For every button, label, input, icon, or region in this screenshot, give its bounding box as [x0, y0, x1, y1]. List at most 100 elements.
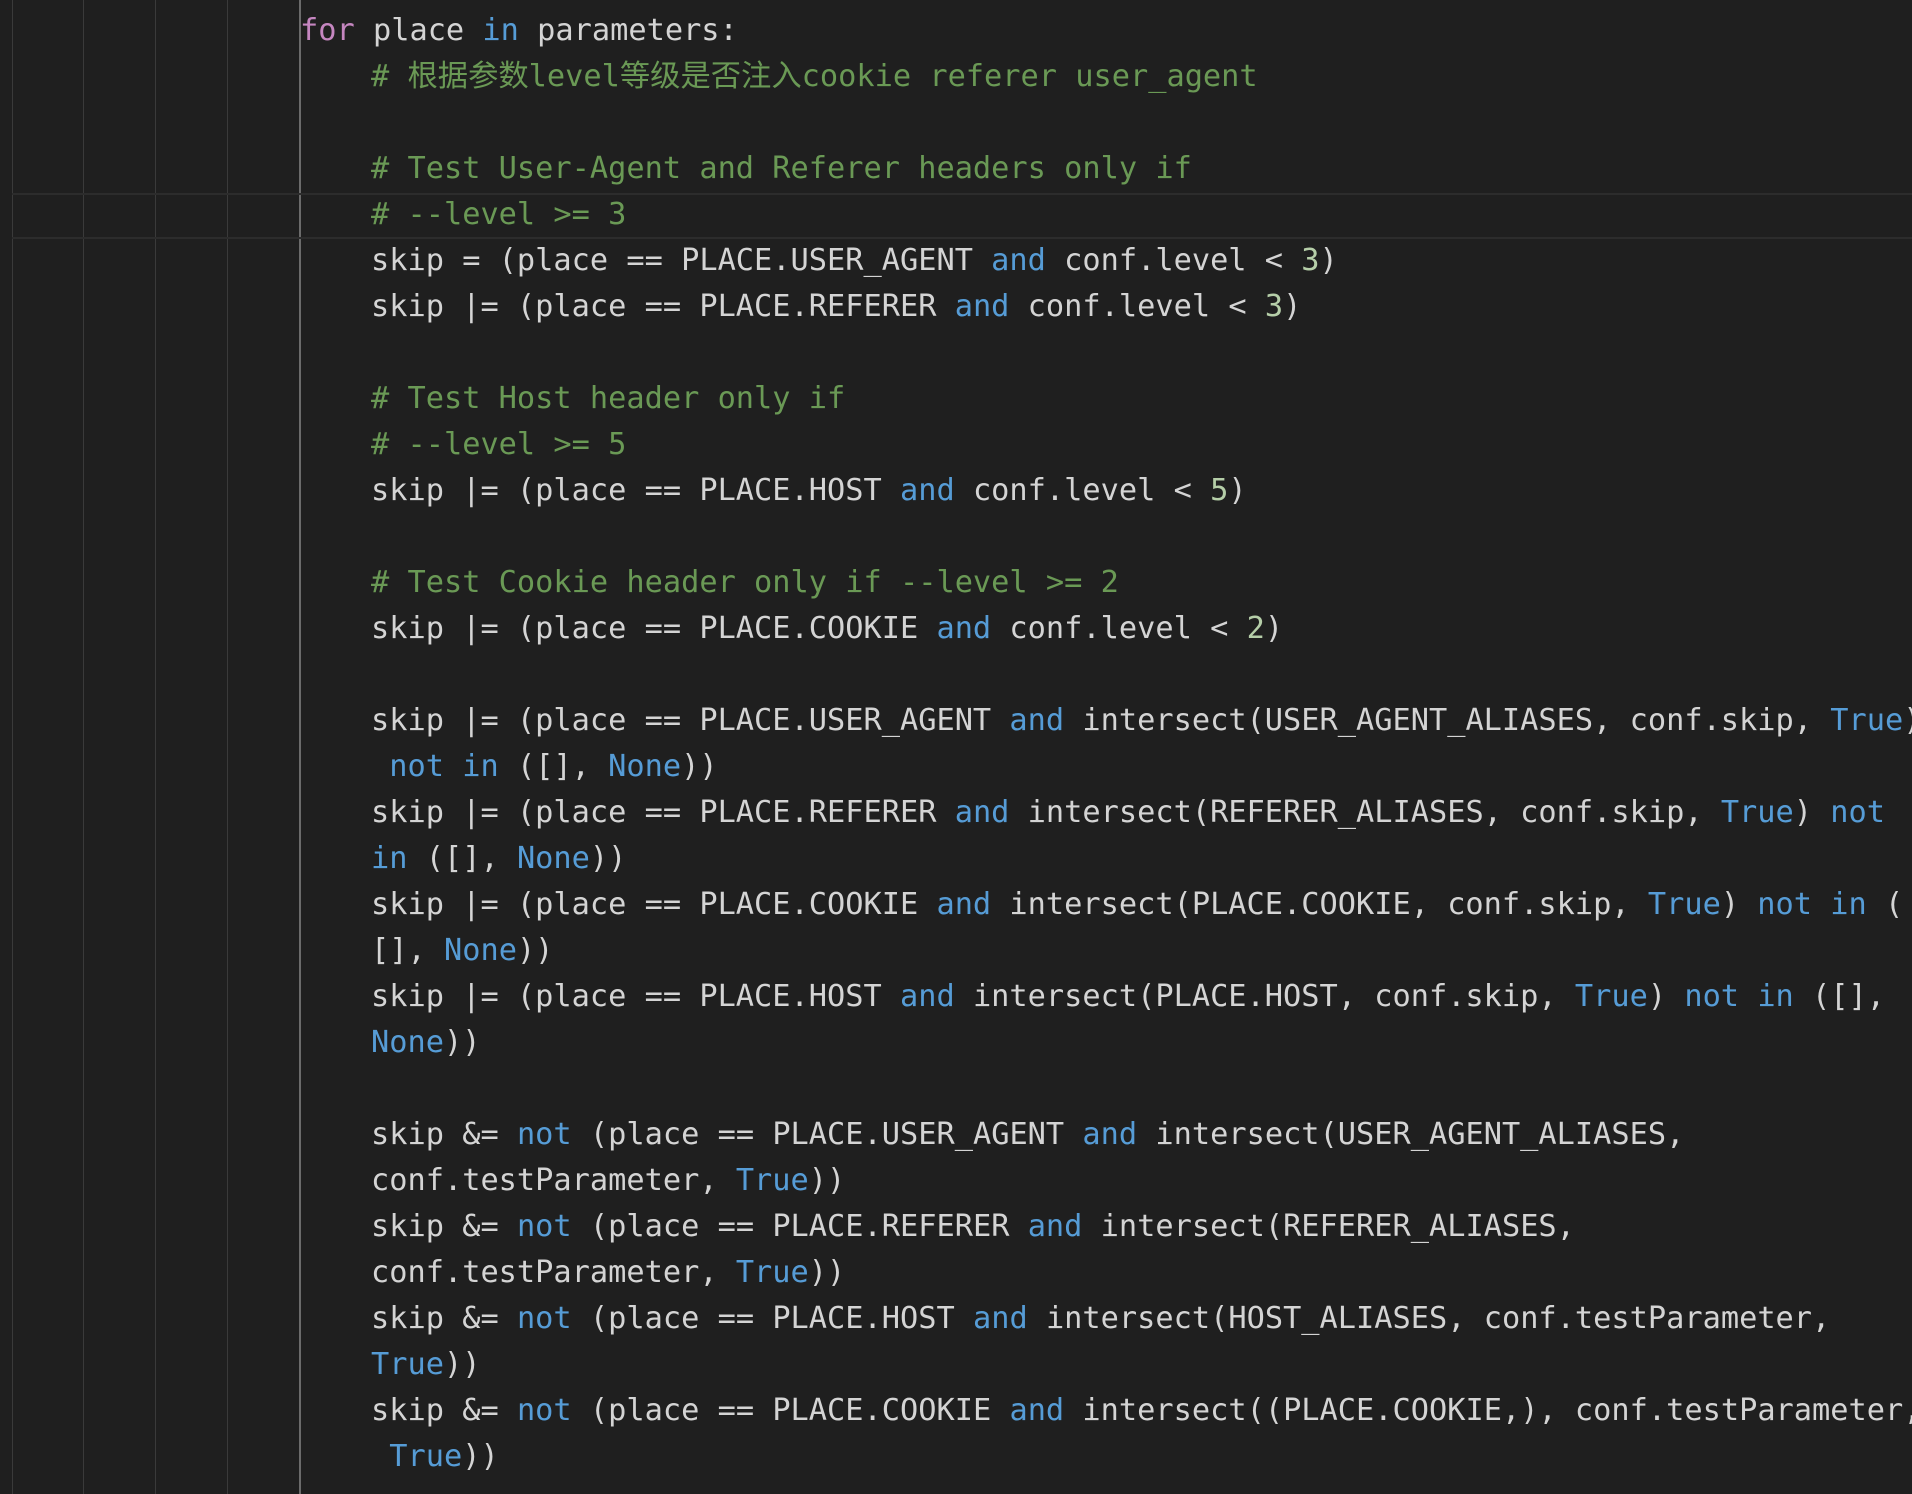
code-token: skip |= (place == PLACE.REFERER: [371, 289, 955, 324]
code-token: intersect(USER_AGENT_ALIASES, conf.skip,: [1064, 703, 1831, 738]
code-token: ([],: [407, 841, 517, 876]
code-token: in: [371, 841, 408, 876]
code-line[interactable]: [0, 652, 1912, 698]
code-line[interactable]: skip |= (place == PLACE.USER_AGENT and i…: [0, 698, 1912, 744]
code-line[interactable]: for place in parameters:: [0, 8, 1912, 54]
code-token: ): [1647, 979, 1685, 1014]
code-line[interactable]: [0, 330, 1912, 376]
code-token: ([],: [498, 749, 609, 784]
code-token: 5: [1210, 473, 1229, 508]
code-token: in: [482, 13, 519, 48]
code-token: conf.testParameter,: [371, 1255, 736, 1290]
code-line[interactable]: skip &= not (place == PLACE.COOKIE and i…: [0, 1388, 1912, 1434]
code-line[interactable]: skip |= (place == PLACE.COOKIE and inter…: [0, 882, 1912, 928]
code-line[interactable]: # Test Host header only if: [0, 376, 1912, 422]
code-token: skip &=: [371, 1301, 517, 1336]
code-token: not: [516, 1393, 572, 1428]
code-line[interactable]: skip |= (place == PLACE.HOST and conf.le…: [0, 468, 1912, 514]
code-line[interactable]: skip |= (place == PLACE.REFERER and inte…: [0, 790, 1912, 836]
code-line[interactable]: [0, 514, 1912, 560]
code-token: skip = (place == PLACE.USER_AGENT: [371, 243, 992, 278]
code-line[interactable]: conf.testParameter, True)): [0, 1250, 1912, 1296]
code-token: # Test Host header only if: [371, 381, 846, 416]
code-token: and: [1009, 1393, 1065, 1428]
code-line[interactable]: # --level >= 3: [0, 192, 1912, 238]
code-token: skip |= (place == PLACE.HOST: [371, 473, 900, 508]
code-token: True: [735, 1255, 809, 1290]
code-token: ): [1283, 289, 1302, 324]
code-token: None: [443, 933, 517, 968]
code-token: skip |= (place == PLACE.COOKIE: [371, 887, 937, 922]
code-token: place: [354, 13, 483, 48]
code-token: skip |= (place == PLACE.USER_AGENT: [371, 703, 1010, 738]
code-token: # Test User-Agent and Referer headers on…: [371, 151, 1192, 186]
code-token: ): [1319, 243, 1338, 278]
code-token: # Test Cookie header only if --level >= …: [371, 565, 1119, 600]
code-token: in: [1830, 887, 1867, 922]
code-line[interactable]: True)): [0, 1434, 1912, 1480]
code-token: ): [1264, 611, 1284, 646]
code-token: True: [1720, 795, 1794, 830]
code-token: (: [1866, 887, 1904, 922]
code-line[interactable]: [], None)): [0, 928, 1912, 974]
code-line[interactable]: # --level >= 5: [0, 422, 1912, 468]
code-token: (place == PLACE.REFERER: [571, 1209, 1028, 1244]
code-token: None: [516, 841, 590, 876]
code-line[interactable]: # Test User-Agent and Referer headers on…: [0, 146, 1912, 192]
code-token: not: [516, 1209, 572, 1244]
code-line[interactable]: skip &= not (place == PLACE.USER_AGENT a…: [0, 1112, 1912, 1158]
code-line[interactable]: conf.testParameter, True)): [0, 1158, 1912, 1204]
code-token: ): [1903, 703, 1912, 738]
code-token: (place == PLACE.USER_AGENT: [571, 1117, 1083, 1152]
code-token: and: [899, 473, 955, 508]
code-token: # --level >= 5: [371, 427, 627, 462]
code-line[interactable]: skip &= not (place == PLACE.REFERER and …: [0, 1204, 1912, 1250]
code-token: intersect((PLACE.COOKIE,), conf.testPara…: [1064, 1393, 1912, 1428]
code-token: True: [735, 1163, 809, 1198]
code-token: [],: [371, 933, 444, 968]
code-token: (place == PLACE.COOKIE: [571, 1393, 1010, 1428]
code-token: )): [589, 841, 627, 876]
code-token: 2: [1246, 611, 1265, 646]
code-line[interactable]: skip |= (place == PLACE.HOST and interse…: [0, 974, 1912, 1020]
code-token: None: [608, 749, 682, 784]
code-editor[interactable]: for place in parameters: # 根据参数level等级是否注…: [0, 0, 1912, 1494]
code-token: intersect(PLACE.HOST, conf.skip,: [954, 979, 1575, 1014]
code-line[interactable]: skip = (place == PLACE.USER_AGENT and co…: [0, 238, 1912, 284]
code-token: intersect(REFERER_ALIASES, conf.skip,: [1009, 795, 1721, 830]
code-token: True: [371, 1347, 444, 1382]
code-token: )): [443, 1347, 481, 1382]
code-line[interactable]: [0, 1066, 1912, 1112]
code-token: and: [899, 979, 955, 1014]
code-token: None: [371, 1025, 444, 1060]
code-line[interactable]: skip &= not (place == PLACE.HOST and int…: [0, 1296, 1912, 1342]
code-line[interactable]: # Test Cookie header only if --level >= …: [0, 560, 1912, 606]
code-token: skip &=: [371, 1117, 517, 1152]
code-token: # --level >= 3: [371, 197, 627, 232]
code-token: )): [681, 749, 718, 784]
code-line[interactable]: not in ([], None)): [0, 744, 1912, 790]
code-token: in: [1757, 979, 1794, 1014]
code-token: and: [991, 243, 1046, 278]
code-token: conf.testParameter,: [371, 1163, 736, 1198]
code-token: True: [1574, 979, 1648, 1014]
code-token: and: [972, 1301, 1028, 1336]
code-token: ): [1793, 795, 1831, 830]
code-token: skip |= (place == PLACE.COOKIE: [371, 611, 937, 646]
code-token: and: [1027, 1209, 1083, 1244]
code-line[interactable]: # 根据参数level等级是否注入cookie referer user_age…: [0, 54, 1912, 100]
code-token: 3: [1264, 289, 1284, 324]
code-line[interactable]: skip |= (place == PLACE.COOKIE and conf.…: [0, 606, 1912, 652]
code-line[interactable]: True)): [0, 1342, 1912, 1388]
code-line[interactable]: None)): [0, 1020, 1912, 1066]
code-line[interactable]: [0, 100, 1912, 146]
code-line[interactable]: skip |= (place == PLACE.REFERER and conf…: [0, 284, 1912, 330]
code-line[interactable]: in ([], None)): [0, 836, 1912, 882]
code-lines[interactable]: for place in parameters: # 根据参数level等级是否注…: [0, 8, 1912, 1480]
code-token: skip |= (place == PLACE.REFERER: [371, 795, 955, 830]
code-token: True: [1830, 703, 1904, 738]
